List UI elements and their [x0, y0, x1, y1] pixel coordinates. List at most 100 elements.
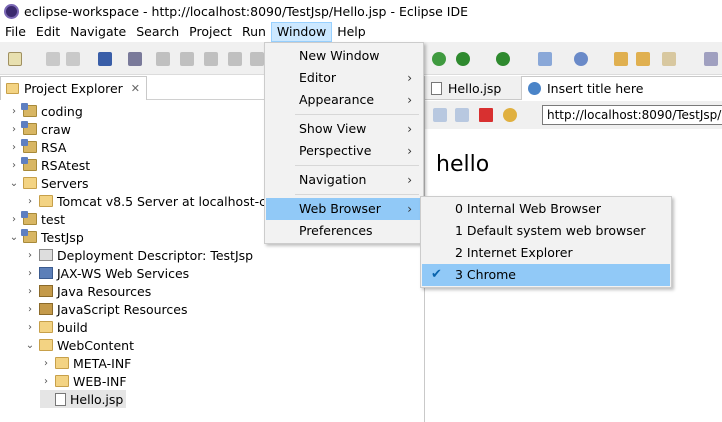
- chevron-right-icon[interactable]: ›: [24, 250, 36, 261]
- new-class-icon[interactable]: [574, 52, 588, 66]
- menu-navigate[interactable]: Navigate: [65, 22, 131, 42]
- chevron-down-icon[interactable]: ⌄: [8, 178, 20, 189]
- chevron-right-icon[interactable]: ›: [8, 160, 20, 171]
- run-external-icon[interactable]: [496, 52, 510, 66]
- menu-window[interactable]: Window: [270, 22, 333, 42]
- debug-icon[interactable]: [432, 52, 446, 66]
- tree-item-label: META-INF: [73, 355, 132, 371]
- tree-item[interactable]: › Tomcat v8.5 Server at localhost-confi: [24, 192, 289, 210]
- menu-item-navigation[interactable]: Navigation ›: [266, 169, 422, 191]
- tree-item[interactable]: › JavaScript Resources: [24, 300, 187, 318]
- tree-item-label: Deployment Descriptor: TestJsp: [57, 247, 254, 263]
- menu-item-show-view[interactable]: Show View ›: [266, 118, 422, 140]
- project-icon: [21, 157, 37, 171]
- chevron-down-icon[interactable]: ⌄: [8, 232, 20, 243]
- chevron-right-icon[interactable]: ›: [8, 106, 20, 117]
- tree-item[interactable]: › RSA: [8, 138, 66, 156]
- jsp-file-icon: [55, 392, 66, 406]
- menu-item-web-browser[interactable]: Web Browser ›: [266, 198, 422, 220]
- menu-item-preferences[interactable]: Preferences: [266, 220, 422, 242]
- tree-item-label: RSA: [41, 139, 67, 155]
- tree-item[interactable]: › RSAtest: [8, 156, 90, 174]
- tree-item[interactable]: ⌄ Servers: [8, 174, 89, 192]
- browser-option-internet-explorer[interactable]: 2 Internet Explorer: [422, 242, 670, 264]
- run-icon[interactable]: [456, 52, 470, 66]
- menu-item-new-window[interactable]: New Window: [266, 45, 422, 67]
- chevron-right-icon[interactable]: ›: [24, 304, 36, 315]
- tree-item[interactable]: › WEB-INF: [40, 372, 127, 390]
- new-icon[interactable]: [8, 52, 22, 66]
- tree-item[interactable]: › coding: [8, 102, 83, 120]
- chevron-down-icon[interactable]: ⌄: [24, 340, 36, 351]
- chevron-right-icon[interactable]: ›: [24, 268, 36, 279]
- chevron-right-icon[interactable]: ›: [24, 286, 36, 297]
- menu-file[interactable]: File: [0, 22, 31, 42]
- tree-item[interactable]: ⌄ WebContent: [24, 336, 134, 354]
- title-bar: eclipse-workspace - http://localhost:809…: [0, 0, 722, 22]
- annotation-icon[interactable]: [704, 52, 718, 66]
- tree-item[interactable]: › JAX-WS Web Services: [24, 264, 189, 282]
- chevron-right-icon[interactable]: ›: [40, 376, 52, 387]
- menu-help[interactable]: Help: [332, 22, 371, 42]
- tree-item[interactable]: ⌄ TestJsp: [8, 228, 84, 246]
- browser-option-internal[interactable]: 0 Internal Web Browser: [422, 198, 670, 220]
- menu-item-editor[interactable]: Editor ›: [266, 67, 422, 89]
- refresh-icon[interactable]: [503, 108, 517, 122]
- chevron-right-icon[interactable]: ›: [8, 124, 20, 135]
- open-type-icon[interactable]: [614, 52, 628, 66]
- browser-option-default-system[interactable]: 1 Default system web browser: [422, 220, 670, 242]
- tree-item[interactable]: › craw: [8, 120, 71, 138]
- menu-edit[interactable]: Edit: [31, 22, 65, 42]
- browser-option-label: 1 Default system web browser: [455, 223, 646, 238]
- chevron-right-icon[interactable]: ›: [8, 214, 20, 225]
- tree-item-label: coding: [41, 103, 83, 119]
- tree-item-label: WebContent: [57, 337, 134, 353]
- menu-item-label: Editor: [299, 70, 336, 85]
- disconnect-icon[interactable]: [228, 52, 242, 66]
- chevron-right-icon: ›: [407, 122, 412, 136]
- project-icon: [21, 103, 37, 117]
- menu-run[interactable]: Run: [237, 22, 271, 42]
- tree-item[interactable]: › Java Resources: [24, 282, 151, 300]
- chevron-right-icon[interactable]: ›: [24, 196, 36, 207]
- tree-item[interactable]: Hello.jsp: [40, 390, 127, 408]
- tree-item[interactable]: › META-INF: [40, 354, 131, 372]
- suspend-icon[interactable]: [180, 52, 194, 66]
- tab-insert-title-here[interactable]: Insert title here: [521, 76, 722, 100]
- chevron-right-icon: ›: [407, 202, 412, 216]
- tab-label: Project Explorer: [24, 81, 123, 96]
- chevron-right-icon[interactable]: ›: [8, 142, 20, 153]
- close-icon[interactable]: ✕: [131, 82, 140, 95]
- step-into-icon[interactable]: [250, 52, 264, 66]
- stop-icon[interactable]: [479, 108, 493, 122]
- browser-option-chrome[interactable]: ✔ 3 Chrome: [422, 264, 670, 286]
- browser-option-label: 2 Internet Explorer: [455, 245, 573, 260]
- forward-icon[interactable]: [455, 108, 469, 122]
- menu-search[interactable]: Search: [131, 22, 184, 42]
- tree-item[interactable]: › Deployment Descriptor: TestJsp: [24, 246, 253, 264]
- url-input[interactable]: http://localhost:8090/TestJsp/Hello.jsp: [542, 105, 722, 125]
- chevron-right-icon[interactable]: ›: [40, 358, 52, 369]
- tree-item[interactable]: › test: [8, 210, 65, 228]
- tree-item-label: Java Resources: [57, 283, 152, 299]
- resume-icon[interactable]: [156, 52, 170, 66]
- tab-project-explorer[interactable]: Project Explorer ✕: [0, 76, 148, 100]
- terminal-icon[interactable]: [98, 52, 112, 66]
- menu-item-perspective[interactable]: Perspective ›: [266, 140, 422, 162]
- save-icon[interactable]: [46, 52, 60, 66]
- chevron-right-icon: ›: [407, 173, 412, 187]
- save-all-icon[interactable]: [66, 52, 80, 66]
- back-icon[interactable]: [433, 108, 447, 122]
- menu-item-appearance[interactable]: Appearance ›: [266, 89, 422, 111]
- new-java-project-icon[interactable]: [538, 52, 552, 66]
- terminate-icon[interactable]: [204, 52, 218, 66]
- search-tool-icon[interactable]: [662, 52, 676, 66]
- tab-hello-jsp[interactable]: Hello.jsp: [425, 76, 507, 100]
- menu-project[interactable]: Project: [184, 22, 237, 42]
- open-task-icon[interactable]: [636, 52, 650, 66]
- tree-item-label: TestJsp: [41, 229, 84, 245]
- chevron-right-icon[interactable]: ›: [24, 322, 36, 333]
- tree-item[interactable]: › build: [24, 318, 88, 336]
- project-icon: [21, 121, 37, 135]
- skip-breakpoints-icon[interactable]: [128, 52, 142, 66]
